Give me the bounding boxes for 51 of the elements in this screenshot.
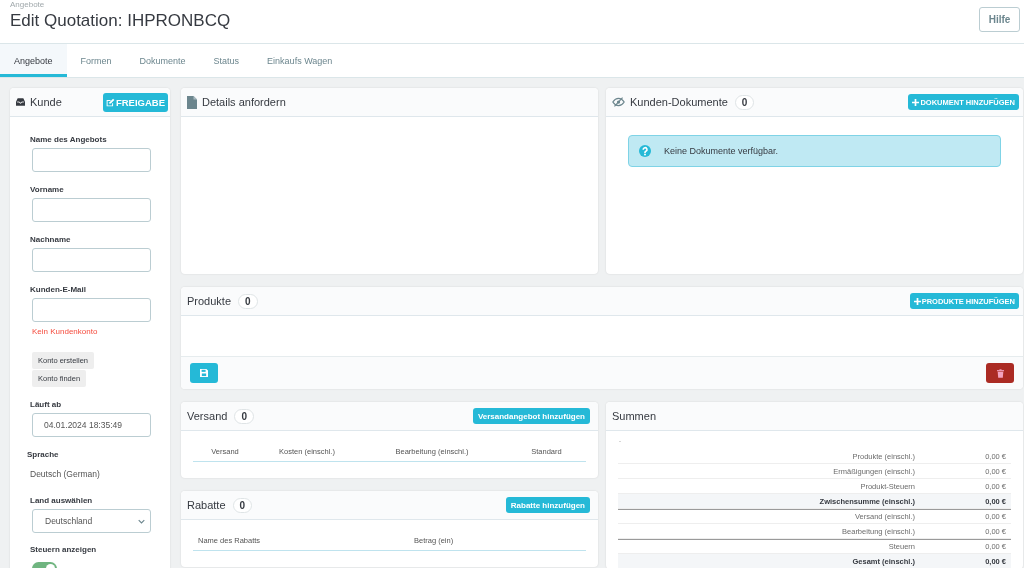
input-field[interactable]: 04.01.2024 18:35:49: [32, 413, 151, 437]
delete-button[interactable]: [986, 363, 1014, 383]
input-field[interactable]: [32, 298, 151, 322]
error-message: Kein Kundenkonto: [32, 327, 98, 337]
approve-button[interactable]: FREIGABE: [102, 92, 168, 112]
count-badge: 0: [238, 293, 258, 309]
save-icon: [200, 369, 208, 377]
page-title: Edit Quotation: IHPRONBCQ: [10, 10, 231, 32]
inbox-icon: [16, 98, 25, 106]
field-label: Steuern anzeigen: [30, 545, 97, 555]
save-button[interactable]: [190, 363, 218, 383]
field-label: Name des Angebots: [30, 135, 107, 145]
count-badge: 0: [232, 497, 253, 513]
panel-title: Versand: [187, 410, 228, 422]
eye-slash-icon: [612, 97, 625, 107]
country-select[interactable]: Deutschland: [32, 509, 151, 533]
question-icon: [639, 145, 651, 157]
plus-icon: [913, 297, 921, 305]
chevron-icon: [138, 518, 145, 524]
field-value: Deutsch (German): [30, 469, 100, 479]
panel-title: Details anfordern: [202, 96, 286, 108]
panel-title: Rabatte: [187, 499, 226, 511]
input-field[interactable]: [32, 198, 151, 222]
file-icon: [187, 95, 197, 109]
field-label: Land auswählen: [30, 496, 93, 506]
field-label: Kunden-E-Mail: [30, 285, 86, 295]
tab[interactable]: Status: [199, 44, 254, 77]
input-field[interactable]: [32, 248, 151, 272]
field-label: Vorname: [30, 185, 64, 195]
breadcrumb-link[interactable]: Angebote: [10, 0, 45, 9]
add-shipping-button[interactable]: Versandangebot hinzufügen: [472, 408, 590, 424]
field-label: Sprache: [27, 450, 59, 460]
panel-title: Kunde: [30, 96, 62, 108]
tab[interactable]: Dokumente: [125, 44, 200, 77]
count-badge: 0: [734, 94, 755, 110]
panel-title: Produkte: [187, 295, 232, 307]
count-badge: 0: [234, 408, 254, 424]
panel-title: Kunden-Dokumente: [630, 96, 728, 108]
tab[interactable]: Formen: [66, 44, 126, 77]
field-label: Läuft ab: [30, 400, 62, 410]
panel-title: Summen: [612, 410, 657, 422]
edit-icon: [105, 97, 115, 107]
trash-icon: [996, 368, 1004, 378]
input-field[interactable]: [32, 148, 151, 172]
plus-icon: [912, 98, 920, 106]
tab[interactable]: Angebote: [0, 44, 67, 77]
help-button[interactable]: Hilfe: [979, 7, 1020, 32]
add-discount-button[interactable]: Rabatte hinzufügen: [505, 497, 590, 513]
tab[interactable]: Einkaufs Wagen: [253, 44, 347, 77]
field-label: Nachname: [30, 235, 71, 245]
alert-text: Keine Dokumente verfügbar.: [664, 146, 779, 156]
